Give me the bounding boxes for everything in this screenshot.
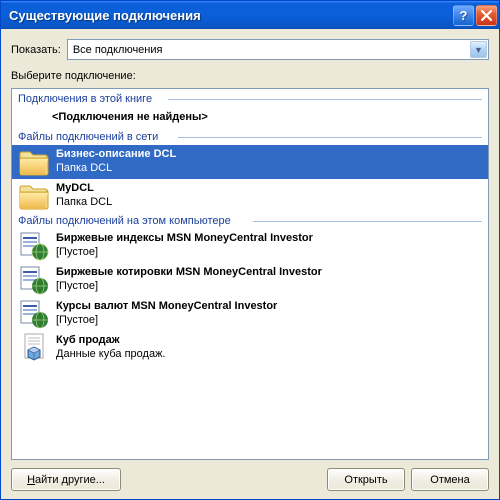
list-item-texts: Курсы валют MSN MoneyCentral Investor [П… xyxy=(56,300,277,328)
list-item-subtitle: Папка DCL xyxy=(56,162,176,176)
connection-file-icon xyxy=(18,264,50,296)
list-item-subtitle: [Пустое] xyxy=(56,246,313,260)
cube-file-icon xyxy=(18,332,50,364)
titlebar[interactable]: Существующие подключения ? xyxy=(1,1,499,29)
help-button[interactable]: ? xyxy=(453,5,474,26)
list-item-title: Биржевые котировки MSN MoneyCentral Inve… xyxy=(56,266,322,280)
list-item[interactable]: Курсы валют MSN MoneyCentral Investor [П… xyxy=(12,297,488,331)
folder-icon xyxy=(18,146,50,178)
list-item-title: Курсы валют MSN MoneyCentral Investor xyxy=(56,300,277,314)
dialog-window: Существующие подключения ? Показать: Все… xyxy=(0,0,500,500)
group-header-local: Файлы подключений на этом компьютере xyxy=(12,213,488,229)
group-header-workbook: Подключения в этой книге xyxy=(12,91,488,107)
button-row: Найти другие... Открыть Отмена xyxy=(11,466,489,491)
group-header-network: Файлы подключений в сети xyxy=(12,129,488,145)
show-combobox[interactable]: Все подключения ▼ xyxy=(67,39,489,60)
connection-file-icon xyxy=(18,230,50,262)
find-other-button[interactable]: Найти другие... xyxy=(11,468,121,491)
open-button[interactable]: Открыть xyxy=(327,468,405,491)
list-item-texts: MyDCL Папка DCL xyxy=(56,182,112,210)
list-item[interactable]: MyDCL Папка DCL xyxy=(12,179,488,213)
window-title: Существующие подключения xyxy=(9,8,451,23)
connection-file-icon xyxy=(18,298,50,330)
dialog-body: Показать: Все подключения ▼ Выберите под… xyxy=(1,29,499,499)
show-label: Показать: xyxy=(11,44,61,56)
list-item-texts: Биржевые котировки MSN MoneyCentral Inve… xyxy=(56,266,322,294)
list-item-title: Биржевые индексы MSN MoneyCentral Invest… xyxy=(56,232,313,246)
list-item-subtitle: [Пустое] xyxy=(56,314,277,328)
select-connection-label: Выберите подключение: xyxy=(11,70,489,82)
list-item[interactable]: Бизнес-описание DCL Папка DCL xyxy=(12,145,488,179)
close-icon xyxy=(481,10,492,21)
list-item-texts: Куб продаж Данные куба продаж. xyxy=(56,334,165,362)
chevron-down-icon: ▼ xyxy=(470,41,487,58)
list-item[interactable]: Куб продаж Данные куба продаж. xyxy=(12,331,488,365)
list-item[interactable]: Биржевые котировки MSN MoneyCentral Inve… xyxy=(12,263,488,297)
show-row: Показать: Все подключения ▼ xyxy=(11,39,489,60)
folder-icon xyxy=(18,180,50,212)
list-item-title: MyDCL xyxy=(56,182,112,196)
list-item[interactable]: Биржевые индексы MSN MoneyCentral Invest… xyxy=(12,229,488,263)
list-item-title: Бизнес-описание DCL xyxy=(56,148,176,162)
list-item-title: Куб продаж xyxy=(56,334,165,348)
show-value: Все подключения xyxy=(73,44,163,56)
list-item-subtitle: [Пустое] xyxy=(56,280,322,294)
list-item-subtitle: Данные куба продаж. xyxy=(56,348,165,362)
cancel-button[interactable]: Отмена xyxy=(411,468,489,491)
list-item-subtitle: Папка DCL xyxy=(56,196,112,210)
spacer xyxy=(127,468,321,491)
list-item-texts: Бизнес-описание DCL Папка DCL xyxy=(56,148,176,176)
no-connections-text: <Подключения не найдены> xyxy=(12,107,488,129)
list-item-texts: Биржевые индексы MSN MoneyCentral Invest… xyxy=(56,232,313,260)
connections-listbox[interactable]: Подключения в этой книге <Подключения не… xyxy=(11,88,489,460)
close-button[interactable] xyxy=(476,5,497,26)
